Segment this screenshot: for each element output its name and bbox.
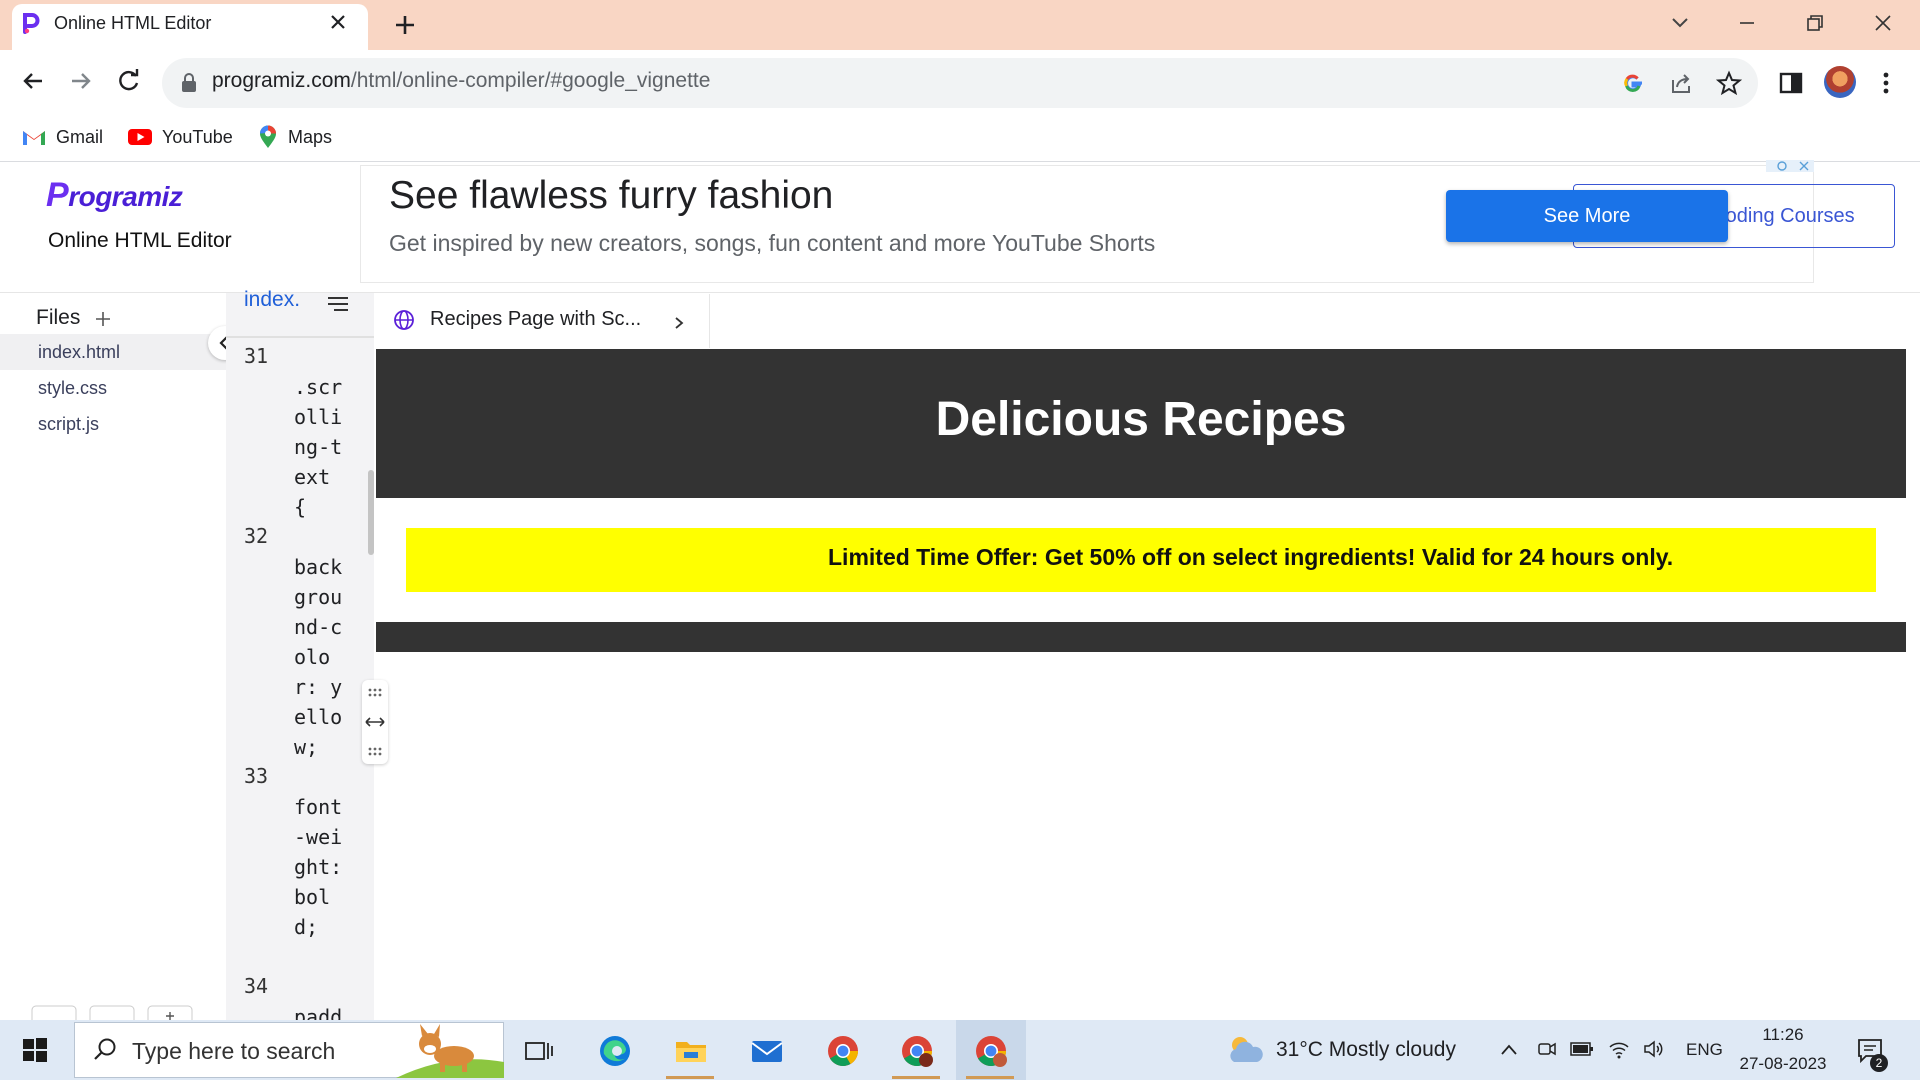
- file-item-style-css[interactable]: style.css: [0, 370, 226, 406]
- google-lens-icon[interactable]: [1620, 70, 1646, 96]
- lock-icon[interactable]: [180, 73, 198, 93]
- chevron-right-icon[interactable]: [672, 314, 686, 332]
- chrome-icon[interactable]: [974, 1034, 1008, 1068]
- search-highlight-dog-icon[interactable]: [396, 1022, 504, 1078]
- clock-time[interactable]: 11:26: [1740, 1025, 1826, 1045]
- globe-icon: [393, 309, 415, 331]
- ad-headline[interactable]: See flawless furry fashion: [389, 174, 833, 218]
- cta-label: See More: [1543, 204, 1631, 227]
- bookmark-maps[interactable]: Maps: [258, 122, 332, 152]
- recipe-page-bar: [376, 622, 1906, 652]
- youtube-icon: [128, 128, 152, 146]
- search-placeholder: Type here to search: [132, 1038, 336, 1064]
- windows-start-icon[interactable]: [22, 1037, 48, 1063]
- kebab-menu-icon[interactable]: [1876, 70, 1896, 96]
- programiz-logo[interactable]: Programiz: [46, 176, 183, 215]
- adchoices-icon[interactable]: [1766, 160, 1814, 172]
- profile-avatar[interactable]: [1824, 66, 1856, 98]
- bookmark-star-icon[interactable]: [1716, 70, 1742, 96]
- chrome-icon[interactable]: [826, 1034, 860, 1068]
- code-line[interactable]: background-color: yellow;: [294, 552, 354, 762]
- programiz-favicon-icon: [20, 12, 42, 34]
- line-number: 31: [244, 344, 269, 368]
- bookmark-gmail[interactable]: Gmail: [22, 122, 103, 152]
- mail-icon[interactable]: [750, 1034, 784, 1068]
- close-tab-icon[interactable]: [326, 10, 350, 34]
- files-heading: Files: [36, 306, 81, 329]
- language-indicator[interactable]: ENG: [1686, 1040, 1723, 1060]
- recipe-heading: Delicious Recipes: [935, 393, 1347, 446]
- file-item-index-html[interactable]: index.html: [0, 334, 226, 370]
- ad-subtext: Get inspired by new creators, songs, fun…: [389, 230, 1156, 256]
- url-host: programiz.com: [212, 69, 351, 92]
- running-indicator: [666, 1076, 714, 1079]
- minimize-icon[interactable]: [1734, 10, 1760, 36]
- notification-badge: 2: [1870, 1054, 1888, 1072]
- bookmark-youtube[interactable]: YouTube: [128, 122, 233, 152]
- file-explorer-icon[interactable]: [674, 1034, 708, 1068]
- new-tab-icon[interactable]: [392, 12, 418, 38]
- page-title: Online HTML Editor: [48, 229, 232, 252]
- share-icon[interactable]: [1668, 70, 1694, 96]
- add-file-icon[interactable]: [94, 310, 112, 328]
- editor-tab-underline: [226, 336, 374, 338]
- resize-handle[interactable]: [362, 680, 388, 764]
- chevron-down-icon[interactable]: [1668, 10, 1692, 34]
- tab-title: Online HTML Editor: [54, 13, 212, 33]
- reload-icon[interactable]: [114, 66, 144, 96]
- meet-now-icon[interactable]: [1536, 1038, 1558, 1060]
- code-lines[interactable]: 31 .scrolling-text { 32 background-color…: [226, 342, 374, 1022]
- close-window-icon[interactable]: [1870, 10, 1896, 36]
- gmail-icon: [22, 128, 46, 146]
- wifi-icon[interactable]: [1608, 1038, 1630, 1060]
- editor-scrollbar[interactable]: [368, 470, 374, 555]
- see-more-button[interactable]: See More: [1446, 190, 1728, 242]
- editor-tab-index-html[interactable]: index.html: [244, 288, 300, 312]
- side-panel-icon[interactable]: [1778, 70, 1804, 96]
- code-line[interactable]: font-weight: bold;: [294, 792, 354, 942]
- clock-date[interactable]: 27-08-2023: [1736, 1054, 1830, 1074]
- scrolling-offer-text: Limited Time Offer: Get 50% off on selec…: [828, 544, 1674, 570]
- line-number: 33: [244, 764, 269, 788]
- bookmark-label: Maps: [288, 126, 333, 147]
- url-text[interactable]: programiz.com/html/online-compiler/#goog…: [212, 69, 710, 93]
- chrome-icon[interactable]: [900, 1034, 934, 1068]
- url-path: /html/online-compiler/#google_vignette: [350, 69, 711, 92]
- hamburger-menu-icon[interactable]: [326, 294, 350, 314]
- sidebar-toolbar[interactable]: [30, 1002, 200, 1022]
- chevron-up-icon[interactable]: [1498, 1040, 1520, 1060]
- line-number: 32: [244, 524, 269, 548]
- code-line[interactable]: padd: [294, 1002, 354, 1022]
- running-indicator: [892, 1076, 940, 1079]
- preview-tab-title: Recipes Page with Sc...: [430, 308, 642, 330]
- line-number: 34: [244, 974, 269, 998]
- volume-icon[interactable]: [1642, 1038, 1664, 1060]
- bookmark-label: YouTube: [162, 126, 233, 147]
- search-icon: [92, 1036, 118, 1062]
- running-indicator: [966, 1076, 1014, 1079]
- edge-icon[interactable]: [598, 1034, 632, 1068]
- battery-icon[interactable]: [1570, 1041, 1594, 1057]
- forward-arrow-icon[interactable]: [66, 66, 96, 96]
- weather-text[interactable]: 31°C Mostly cloudy: [1276, 1038, 1456, 1062]
- weather-cloudy-icon[interactable]: [1226, 1034, 1264, 1064]
- code-line[interactable]: .scrolling-text {: [294, 372, 354, 522]
- file-item-script-js[interactable]: script.js: [0, 406, 226, 442]
- back-arrow-icon[interactable]: [18, 66, 48, 96]
- bookmark-label: Gmail: [56, 126, 104, 147]
- task-view-icon[interactable]: [522, 1034, 556, 1068]
- restore-icon[interactable]: [1802, 10, 1828, 36]
- maps-icon: [258, 125, 278, 149]
- logo-initial: P: [46, 176, 69, 214]
- logo-text: rogramiz: [68, 181, 183, 212]
